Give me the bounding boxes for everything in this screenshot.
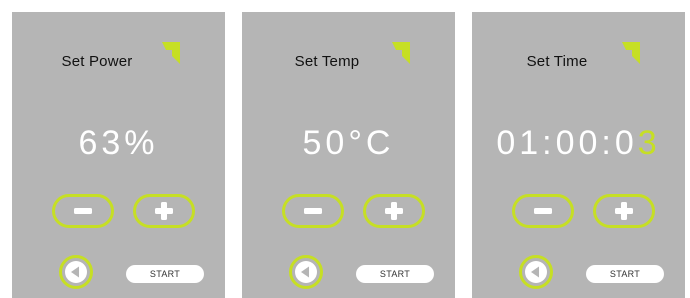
decrease-button[interactable] [52,194,114,228]
set-power-screen: Set Power 63% START [12,12,225,298]
start-button[interactable]: START [586,265,664,283]
back-button[interactable] [519,255,553,289]
value-main: 63% [78,124,159,162]
screen-title: Set Temp [294,53,360,70]
value-main: 01:00:0 [496,124,638,162]
green-corner-arrow-icon [392,42,410,64]
increase-button[interactable] [133,194,195,228]
back-arrow-icon [65,261,87,283]
minus-icon [74,208,92,214]
minus-icon [304,208,322,214]
value-readout: 63% [12,124,225,163]
back-button[interactable] [289,255,323,289]
increase-button[interactable] [363,194,425,228]
value-highlight-digit: 3 [637,124,661,162]
screen-title: Set Power [61,53,133,70]
decrease-button[interactable] [282,194,344,228]
set-temp-screen: Set Temp 50°C START [242,12,455,298]
value-main: 50°C [302,124,395,162]
plus-icon [155,202,173,220]
start-button[interactable]: START [126,265,204,283]
screen-sequence: Set Power 63% START Set Temp 50°C START … [0,0,690,298]
value-readout: 50°C [242,124,455,163]
value-readout: 01:00:03 [472,124,685,163]
set-time-screen: Set Time 01:00:03 START [472,12,685,298]
green-corner-arrow-icon [162,42,180,64]
green-corner-arrow-icon [622,42,640,64]
back-arrow-icon [295,261,317,283]
decrease-button[interactable] [512,194,574,228]
plus-icon [615,202,633,220]
back-arrow-icon [525,261,547,283]
screen-title: Set Time [526,53,588,70]
start-button[interactable]: START [356,265,434,283]
minus-icon [534,208,552,214]
plus-icon [385,202,403,220]
increase-button[interactable] [593,194,655,228]
back-button[interactable] [59,255,93,289]
